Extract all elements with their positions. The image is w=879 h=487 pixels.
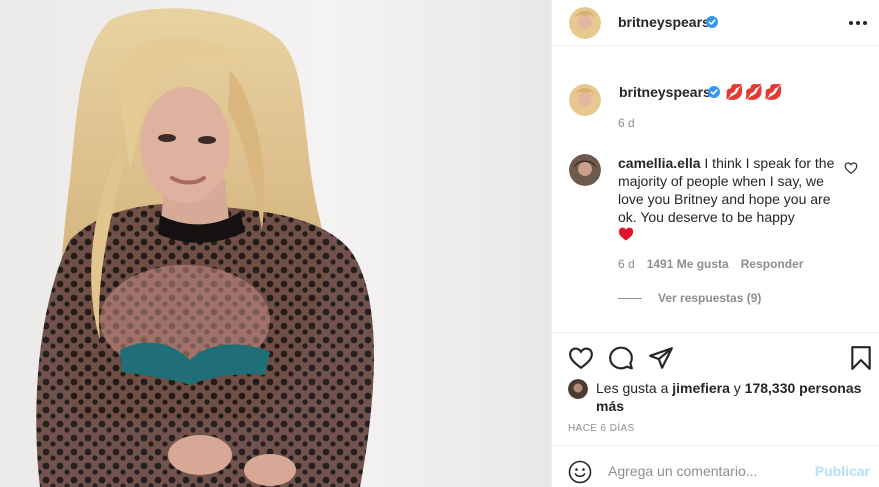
caption-time[interactable]: 6 d (618, 116, 635, 130)
paper-plane-icon[interactable] (648, 345, 674, 371)
comments-section: britneyspears 💋💋💋 6 d camellia.ella I th… (552, 46, 879, 332)
liker-avatar[interactable] (568, 379, 588, 399)
comment-likes[interactable]: 1491 Me gusta (647, 257, 729, 271)
reply-button[interactable]: Responder (741, 257, 804, 271)
likes-prefix: Les gusta a (596, 380, 669, 396)
comment-time[interactable]: 6 d (618, 257, 635, 271)
comment-username[interactable]: camellia.ella (618, 155, 701, 171)
post-comment-button[interactable]: Publicar (815, 463, 870, 479)
post-header: britneyspears (552, 0, 879, 46)
author-username[interactable]: britneyspears (618, 14, 710, 30)
comment-input[interactable] (608, 463, 808, 479)
comment-meta: 6 d 1491 Me gusta Responder (618, 257, 803, 271)
caption-text: 💋💋💋 (725, 84, 785, 101)
replies-divider (618, 297, 642, 299)
caption-username[interactable]: britneyspears (619, 84, 711, 100)
heart-emoji (618, 227, 634, 241)
view-replies-label[interactable]: Ver respuestas (9) (658, 291, 761, 305)
comment-like-heart-icon[interactable] (844, 161, 858, 175)
post-image[interactable] (0, 0, 551, 487)
post-side-panel: britneyspears britneyspears 💋💋💋 6 d came… (551, 0, 879, 487)
post-photo (0, 0, 551, 487)
verified-badge-icon (706, 16, 718, 28)
author-avatar[interactable] (569, 7, 601, 39)
commenter-avatar[interactable] (569, 154, 601, 186)
verified-badge-icon (708, 86, 720, 98)
emoji-icon[interactable] (568, 460, 592, 484)
add-comment-bar: Publicar (552, 445, 879, 487)
heart-icon[interactable] (568, 345, 594, 371)
post-timestamp[interactable]: HACE 6 DÍAS (568, 423, 635, 434)
liker-username[interactable]: jimefiera (672, 380, 730, 396)
caption-author-avatar[interactable] (569, 84, 601, 116)
comment-body: camellia.ella I think I speak for the ma… (618, 154, 840, 226)
comment-icon[interactable] (608, 345, 634, 371)
likes-conjunction: y (733, 380, 741, 396)
likes-summary: Les gusta a jimefiera y 178,330 personas… (568, 379, 868, 415)
view-replies-button[interactable]: Ver respuestas (9) (618, 291, 761, 305)
bookmark-icon[interactable] (848, 345, 874, 371)
more-options-icon[interactable] (848, 14, 868, 32)
post-actions: Les gusta a jimefiera y 178,330 personas… (552, 332, 879, 442)
